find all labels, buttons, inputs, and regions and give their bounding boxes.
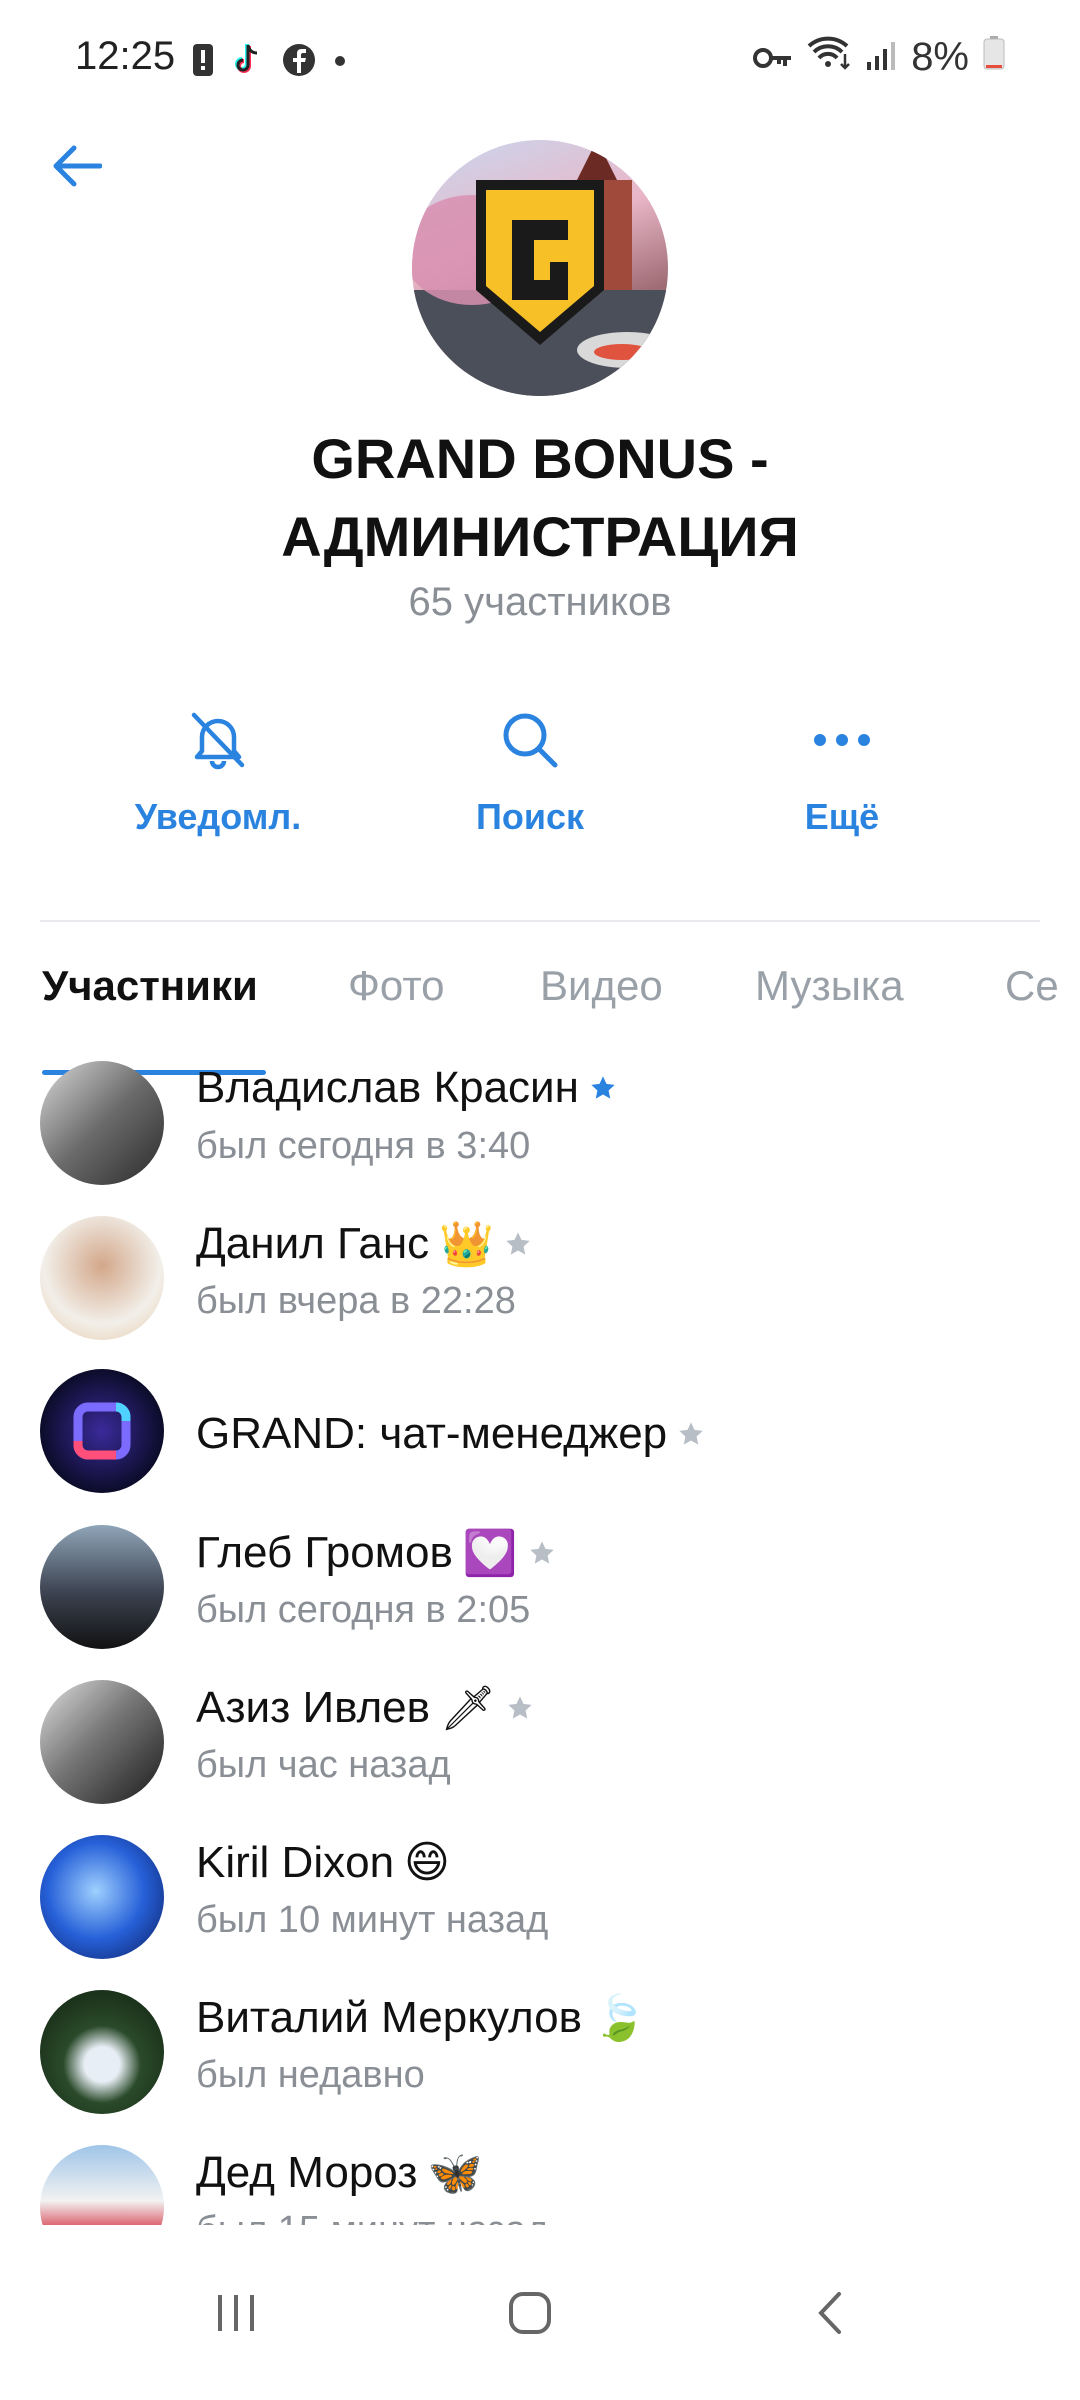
grand-logo-icon xyxy=(412,140,668,396)
chevron-left-icon xyxy=(818,2292,841,2334)
tab-music[interactable]: Музыка xyxy=(755,962,904,1010)
avatar xyxy=(40,1525,164,1649)
recents-button[interactable] xyxy=(196,2283,276,2343)
avatar xyxy=(40,1369,164,1493)
actions-bar: Уведомл. Поиск Ещё xyxy=(0,700,1080,860)
member-status: был недавно xyxy=(196,2054,425,2096)
system-back-button[interactable] xyxy=(790,2283,870,2343)
list-item[interactable]: Kiril Dixon 😄 был 10 минут назад xyxy=(0,1835,1080,1990)
list-item[interactable]: Глеб Громов 💟 был сегодня в 2:05 xyxy=(0,1525,1080,1680)
tab-members[interactable]: Участники xyxy=(42,962,258,1010)
member-name: Владислав Красин xyxy=(196,1063,579,1112)
heart-icon: 💟 xyxy=(462,1529,518,1578)
member-name-row: Виталий Меркулов 🍃 xyxy=(196,1992,647,2044)
list-item[interactable]: GRAND: чат-менеджер xyxy=(0,1369,1080,1524)
member-name-row: GRAND: чат-менеджер xyxy=(196,1409,705,1459)
members-list: Владислав Красин был сегодня в 3:40 Дани… xyxy=(0,1055,1080,2225)
member-name-row: Азиз Ивлев 🗡 xyxy=(196,1682,534,1734)
search-icon xyxy=(503,713,558,768)
star-icon xyxy=(591,1076,615,1099)
star-icon xyxy=(529,1541,554,1564)
status-bar: 12:25 8% xyxy=(0,0,1080,120)
notifications-button[interactable]: Уведомл. xyxy=(98,700,338,860)
search-button[interactable]: Поиск xyxy=(410,700,650,860)
member-status: был сегодня в 2:05 xyxy=(196,1589,531,1631)
members-count: 65 участников xyxy=(408,580,672,624)
star-icon xyxy=(506,1232,530,1255)
star-icon xyxy=(679,1422,703,1445)
recents-icon xyxy=(218,2295,254,2331)
arrow-left-icon xyxy=(53,145,102,187)
status-left-icons xyxy=(192,42,346,83)
key-icon xyxy=(753,35,793,80)
more-button[interactable]: Ещё xyxy=(722,700,962,860)
group-avatar[interactable] xyxy=(412,140,668,396)
member-name-row: Kiril Dixon 😄 xyxy=(196,1837,450,1888)
tab-more[interactable]: Се xyxy=(1005,962,1059,1010)
list-item[interactable]: Владислав Красин был сегодня в 3:40 xyxy=(0,1061,1080,1216)
alert-icon xyxy=(192,43,214,82)
butterfly-icon: 🦋 xyxy=(427,2149,483,2198)
tab-photos[interactable]: Фото xyxy=(348,962,445,1010)
member-name-row: Владислав Красин xyxy=(196,1063,617,1113)
member-name: Глеб Громов xyxy=(196,1528,453,1577)
battery-icon xyxy=(983,35,1005,80)
tab-videos[interactable]: Видео xyxy=(540,962,663,1010)
notifications-label: Уведомл. xyxy=(134,796,302,837)
tabs-bar: Участники Фото Видео Музыка Се xyxy=(0,950,1080,1060)
member-status: был 15 минут назад xyxy=(196,2209,548,2225)
facebook-icon xyxy=(282,43,316,82)
member-name: GRAND: чат-менеджер xyxy=(196,1409,668,1458)
member-name: Виталий Меркулов xyxy=(196,1993,582,2042)
grand-bot-icon xyxy=(73,1402,131,1460)
status-right: 8% xyxy=(753,34,1005,80)
signal-icon xyxy=(865,35,897,80)
divider xyxy=(40,920,1040,922)
star-icon xyxy=(508,1696,532,1719)
avatar xyxy=(40,1216,164,1340)
member-status: был вчера в 22:28 xyxy=(196,1280,516,1322)
system-nav-bar xyxy=(0,2225,1080,2400)
avatar xyxy=(40,1680,164,1804)
battery-text: 8% xyxy=(911,34,969,79)
member-name: Азиз Ивлев xyxy=(196,1683,431,1732)
more-icon xyxy=(814,734,870,746)
member-status: был час назад xyxy=(196,1744,451,1786)
more-label: Ещё xyxy=(804,796,880,837)
member-name-row: Глеб Громов 💟 xyxy=(196,1527,556,1579)
home-button[interactable] xyxy=(490,2283,570,2343)
home-icon xyxy=(509,2292,551,2334)
member-name: Данил Ганс xyxy=(196,1219,430,1268)
member-status: был 10 минут назад xyxy=(196,1899,549,1941)
lightsaber-icon: 🗡 xyxy=(440,1684,496,1733)
list-item[interactable]: Дед Мороз 🦋 был 15 минут назад xyxy=(0,2145,1080,2225)
dot-icon xyxy=(334,54,346,72)
group-title: GRAND BONUS - АДМИНИСТРАЦИЯ xyxy=(281,427,799,568)
avatar xyxy=(40,1990,164,2114)
list-item[interactable]: Виталий Меркулов 🍃 был недавно xyxy=(0,1990,1080,2145)
search-label: Поиск xyxy=(475,796,585,837)
trollface-icon: 😄 xyxy=(404,1838,450,1887)
member-name-row: Данил Ганс 👑 xyxy=(196,1218,532,1270)
member-name: Дед Мороз xyxy=(196,2148,418,2197)
member-status: был сегодня в 3:40 xyxy=(196,1125,531,1167)
member-name: Kiril Dixon xyxy=(196,1837,395,1887)
avatar xyxy=(40,2145,164,2225)
avatar xyxy=(40,1835,164,1959)
wifi-icon xyxy=(807,34,851,80)
crown-icon: 👑 xyxy=(439,1220,494,1269)
avatar xyxy=(40,1061,164,1185)
list-item[interactable]: Данил Ганс 👑 был вчера в 22:28 xyxy=(0,1216,1080,1371)
back-button[interactable] xyxy=(40,130,112,202)
list-item[interactable]: Азиз Ивлев 🗡 был час назад xyxy=(0,1680,1080,1835)
status-time: 12:25 xyxy=(75,34,176,78)
bell-off-icon xyxy=(191,712,245,770)
leaf-icon: 🍃 xyxy=(592,1994,647,2043)
member-name-row: Дед Мороз 🦋 xyxy=(196,2147,482,2199)
tiktok-icon xyxy=(232,42,264,83)
